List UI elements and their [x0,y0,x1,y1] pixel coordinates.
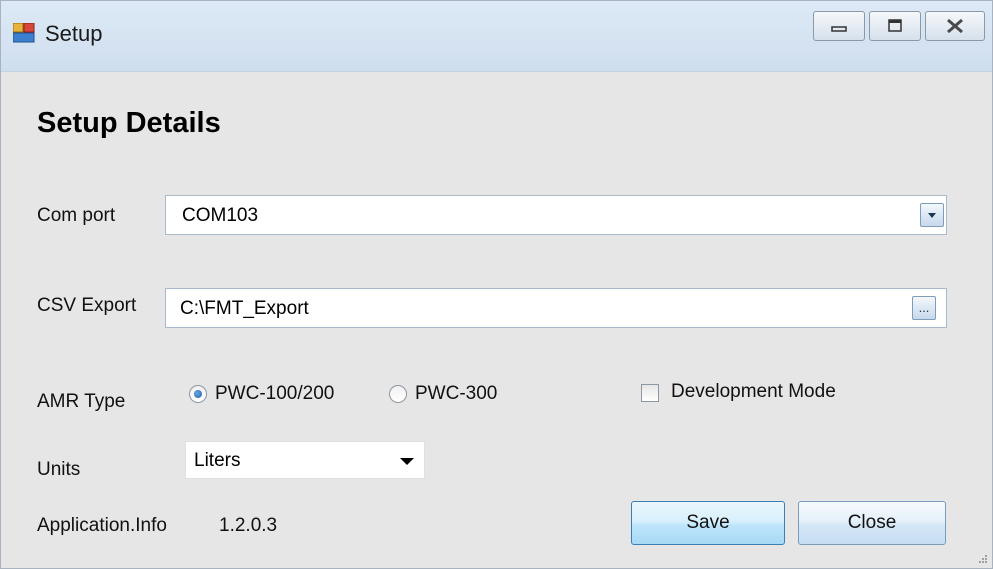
chevron-down-icon [400,458,414,465]
com-port-label: Com port [37,205,116,226]
units-value: Liters [194,450,241,471]
com-port-select[interactable]: COM103 [165,195,947,235]
setup-window: Setup Setup Details Com port COM103 CSV … [0,0,993,569]
development-mode-checkbox[interactable] [641,384,659,402]
amr-option-pwc-100-200-label[interactable]: PWC-100/200 [215,383,334,405]
page-title: Setup Details [37,107,221,139]
csv-export-path-field[interactable]: C:\FMT_Export ... [165,288,947,328]
amr-option-pwc-300-label[interactable]: PWC-300 [415,383,497,405]
com-port-value: COM103 [182,205,259,226]
csv-export-path-value: C:\FMT_Export [180,298,309,319]
amr-radio-pwc-100-200[interactable] [189,385,207,403]
com-port-dropdown-button[interactable] [920,203,944,227]
minimize-icon [831,26,847,32]
close-window-button[interactable] [925,11,985,41]
radio-selected-dot [194,390,202,398]
app-version-value: 1.2.0.3 [219,515,278,536]
chevron-down-icon [928,213,936,218]
minimize-button[interactable] [813,11,865,41]
close-button[interactable]: Close [798,501,946,545]
app-info-label: Application.Info [37,515,167,536]
amr-radio-pwc-300[interactable] [389,385,407,403]
close-icon [947,18,963,34]
development-mode-label[interactable]: Development Mode [671,381,836,403]
window-title: Setup [45,21,103,46]
csv-export-label: CSV Export [37,295,137,316]
amr-type-label: AMR Type [37,391,126,412]
units-label: Units [37,459,81,480]
maximize-icon [888,19,902,32]
app-icon [12,22,35,43]
units-select[interactable]: Liters [185,441,425,479]
title-bar[interactable]: Setup [1,1,992,72]
save-button[interactable]: Save [631,501,785,545]
maximize-button[interactable] [869,11,921,41]
resize-grip-icon[interactable] [978,554,988,564]
browse-button[interactable]: ... [912,296,936,320]
